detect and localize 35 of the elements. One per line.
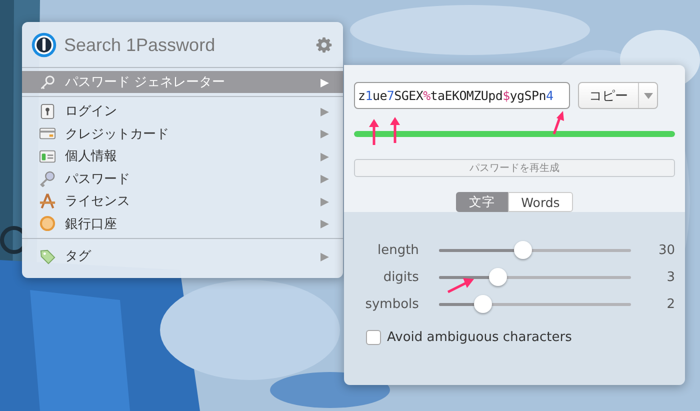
key-icon [39, 170, 56, 188]
checkbox-label: Avoid ambiguous characters [387, 330, 572, 345]
menu-item[interactable]: ライセンス ▶ [22, 190, 343, 212]
slider-label: length [376, 243, 419, 258]
settings-icon[interactable] [315, 36, 333, 54]
slider-thumb[interactable] [474, 295, 492, 313]
menu-item[interactable]: クレジットカード ▶ [22, 122, 343, 145]
menu-item[interactable]: 銀行口座 ▶ [22, 212, 343, 235]
slider-label: symbols [364, 297, 419, 312]
menu-item[interactable]: パスワード ▶ [22, 168, 343, 190]
slider-thumb[interactable] [489, 268, 508, 286]
slider-label: digits [382, 270, 419, 285]
lock-icon [39, 102, 56, 120]
slider-value: 3 [666, 270, 675, 285]
annotation-arrow [389, 116, 401, 144]
search-field[interactable]: Search 1Password [64, 34, 309, 56]
keyhole-logo-icon [30, 31, 58, 59]
annotation-arrow [368, 118, 380, 146]
drafting-tools-icon [39, 192, 56, 210]
checkbox[interactable] [366, 330, 381, 345]
annotation-arrow [447, 276, 475, 294]
mode-tab[interactable]: Words [508, 192, 573, 212]
password-field[interactable]: z1ue7SGEX%taEKOMZUpd$ygSPn4 [354, 82, 570, 109]
slider-thumb[interactable] [514, 241, 532, 259]
key-icon [39, 74, 56, 90]
tag-icon [39, 248, 56, 264]
menu-item[interactable]: ログイン ▶ [22, 100, 343, 122]
id-card-icon [39, 148, 56, 165]
annotation-arrow [552, 110, 566, 135]
coin-icon [39, 215, 56, 232]
slider-value: 2 [666, 297, 675, 312]
caret-icon [644, 92, 652, 98]
menu-item[interactable]: 個人情報 ▶ [22, 145, 343, 168]
menu-item[interactable]: タグ ▶ [22, 242, 343, 270]
slider-value: 30 [657, 243, 675, 258]
